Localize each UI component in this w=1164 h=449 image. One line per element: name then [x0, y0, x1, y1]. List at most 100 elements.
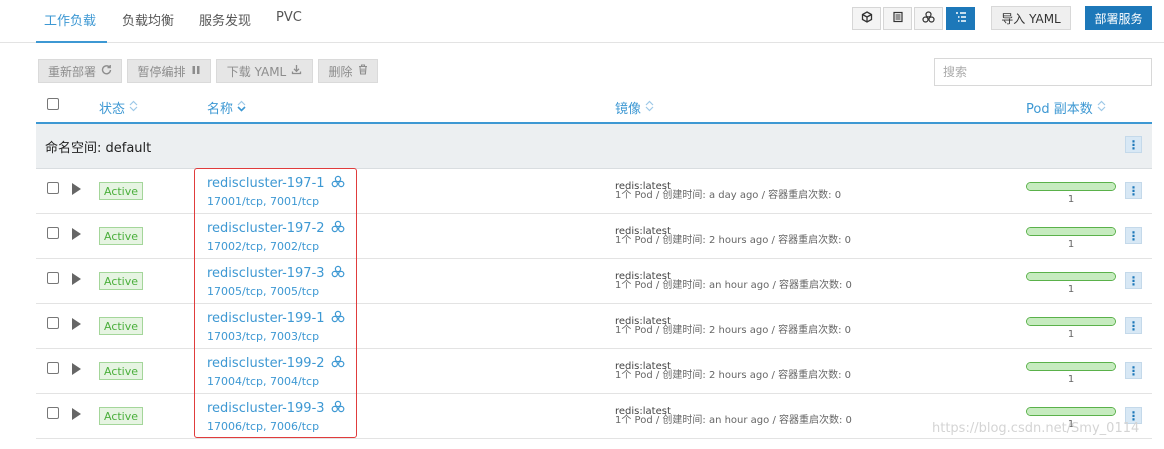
- status-badge: Active: [99, 272, 143, 290]
- workload-name-link[interactable]: rediscluster-199-1: [207, 310, 345, 327]
- workload-name: rediscluster-197-2: [207, 221, 325, 236]
- workload-meta: 1个 Pod / 创建时间: an hour ago / 容器重启次数: 0: [615, 415, 852, 426]
- trash-icon: [358, 64, 368, 78]
- workload-name-link[interactable]: rediscluster-199-3: [207, 400, 345, 417]
- namespace-menu-button[interactable]: ⋮: [1125, 136, 1142, 153]
- more-vertical-icon: ⋮: [1127, 228, 1140, 243]
- row-checkbox[interactable]: [47, 227, 59, 239]
- workload-name: rediscluster-199-3: [207, 401, 325, 416]
- row-menu-button[interactable]: ⋮: [1125, 227, 1142, 244]
- sort-down-icon: [237, 100, 246, 116]
- sort-icon: [129, 100, 138, 116]
- port-link[interactable]: 17005/tcp, 7005/tcp: [207, 285, 319, 298]
- pod-progress-fill: [1027, 318, 1115, 325]
- workload-name-link[interactable]: rediscluster-197-3: [207, 265, 345, 282]
- row-checkbox[interactable]: [47, 182, 59, 194]
- port-link[interactable]: 17001/tcp, 7001/tcp: [207, 195, 319, 208]
- workload-meta: 1个 Pod / 创建时间: 2 hours ago / 容器重启次数: 0: [615, 235, 852, 246]
- watermark: https://blog.csdn.net/Smy_0114: [932, 421, 1140, 436]
- select-all-checkbox[interactable]: [47, 98, 59, 110]
- redeploy-label: 重新部署: [47, 64, 96, 79]
- view-service-button[interactable]: [914, 7, 943, 30]
- namespace-label: 命名空间: default: [45, 141, 152, 156]
- expand-arrow-icon[interactable]: [72, 228, 81, 240]
- pod-count: 1: [1067, 329, 1075, 340]
- cube-icon: [861, 11, 873, 26]
- column-header-pod-replicas[interactable]: Pod 副本数: [1026, 98, 1106, 117]
- delete-button[interactable]: 删除: [318, 59, 378, 83]
- pod-progress-bar: [1026, 272, 1116, 281]
- expand-arrow-icon[interactable]: [72, 363, 81, 375]
- service-icon: [331, 220, 345, 237]
- port-link[interactable]: 17004/tcp, 7004/tcp: [207, 375, 319, 388]
- pause-orchestration-button[interactable]: 暂停编排: [127, 59, 211, 83]
- tab-pvc[interactable]: PVC: [276, 10, 302, 25]
- column-header-name[interactable]: 名称: [207, 98, 246, 117]
- expand-arrow-icon[interactable]: [72, 273, 81, 285]
- import-yaml-button[interactable]: 导入 YAML: [991, 6, 1071, 30]
- tree-list-icon: [955, 11, 967, 26]
- active-tab-indicator: [36, 41, 107, 43]
- workload-name: rediscluster-197-1: [207, 176, 325, 191]
- pod-progress-bar: [1026, 407, 1116, 416]
- view-tree-list-button[interactable]: [946, 7, 975, 30]
- table-row: Active rediscluster-199-2 17004/tcp, 7004/…: [36, 349, 1152, 394]
- namespace-group-row: 命名空间: default ⋮: [36, 124, 1152, 169]
- tab-service-discovery[interactable]: 服务发现: [199, 10, 251, 29]
- expand-arrow-icon[interactable]: [72, 183, 81, 195]
- row-menu-button[interactable]: ⋮: [1125, 362, 1142, 379]
- name-header-label: 名称: [207, 102, 234, 117]
- pod-progress-fill: [1027, 228, 1115, 235]
- search-input[interactable]: [934, 58, 1152, 86]
- workload-meta: 1个 Pod / 创建时间: an hour ago / 容器重启次数: 0: [615, 280, 852, 291]
- workload-name: rediscluster-199-1: [207, 311, 325, 326]
- port-link[interactable]: 17003/tcp, 7003/tcp: [207, 330, 319, 343]
- pod-progress-bar: [1026, 227, 1116, 236]
- tab-workloads[interactable]: 工作负载: [44, 10, 96, 29]
- status-badge: Active: [99, 362, 143, 380]
- row-checkbox[interactable]: [47, 317, 59, 329]
- view-list-button[interactable]: [883, 7, 912, 30]
- workload-name-link[interactable]: rediscluster-197-1: [207, 175, 345, 192]
- sort-icon: [1097, 100, 1106, 116]
- expand-arrow-icon[interactable]: [72, 318, 81, 330]
- row-checkbox[interactable]: [47, 362, 59, 374]
- service-icon: [331, 355, 345, 372]
- port-link[interactable]: 17002/tcp, 7002/tcp: [207, 240, 319, 253]
- more-vertical-icon: ⋮: [1127, 318, 1140, 333]
- expand-arrow-icon[interactable]: [72, 408, 81, 420]
- pods-header-label: Pod 副本数: [1026, 102, 1093, 117]
- redeploy-button[interactable]: 重新部署: [38, 59, 122, 83]
- status-badge: Active: [99, 182, 143, 200]
- workload-name-link[interactable]: rediscluster-197-2: [207, 220, 345, 237]
- more-vertical-icon: ⋮: [1127, 137, 1140, 152]
- view-cube-button[interactable]: [852, 7, 881, 30]
- more-vertical-icon: ⋮: [1127, 363, 1140, 378]
- status-badge: Active: [99, 227, 143, 245]
- row-checkbox[interactable]: [47, 272, 59, 284]
- more-vertical-icon: ⋮: [1127, 408, 1140, 423]
- tab-load-balancing[interactable]: 负载均衡: [122, 10, 174, 29]
- row-menu-button[interactable]: ⋮: [1125, 317, 1142, 334]
- row-checkbox[interactable]: [47, 407, 59, 419]
- pod-count: 1: [1067, 374, 1075, 385]
- pause-icon: [191, 64, 201, 78]
- pause-label: 暂停编排: [137, 64, 186, 79]
- service-icon: [331, 175, 345, 192]
- column-header-status[interactable]: 状态: [99, 98, 138, 117]
- deploy-service-button[interactable]: 部署服务: [1085, 6, 1152, 30]
- workload-name-link[interactable]: rediscluster-199-2: [207, 355, 345, 372]
- pod-progress-bar: [1026, 317, 1116, 326]
- pod-progress-bar: [1026, 182, 1116, 191]
- pod-progress-fill: [1027, 408, 1115, 415]
- table-row: Active rediscluster-199-1 17003/tcp, 7003/…: [36, 304, 1152, 349]
- download-yaml-button[interactable]: 下载 YAML: [216, 59, 313, 83]
- pod-progress-bar: [1026, 362, 1116, 371]
- delete-label: 删除: [328, 64, 353, 79]
- row-menu-button[interactable]: ⋮: [1125, 182, 1142, 199]
- more-vertical-icon: ⋮: [1127, 183, 1140, 198]
- port-link[interactable]: 17006/tcp, 7006/tcp: [207, 420, 319, 433]
- workload-meta: 1个 Pod / 创建时间: a day ago / 容器重启次数: 0: [615, 190, 842, 201]
- column-header-image[interactable]: 镜像: [615, 98, 654, 117]
- row-menu-button[interactable]: ⋮: [1125, 272, 1142, 289]
